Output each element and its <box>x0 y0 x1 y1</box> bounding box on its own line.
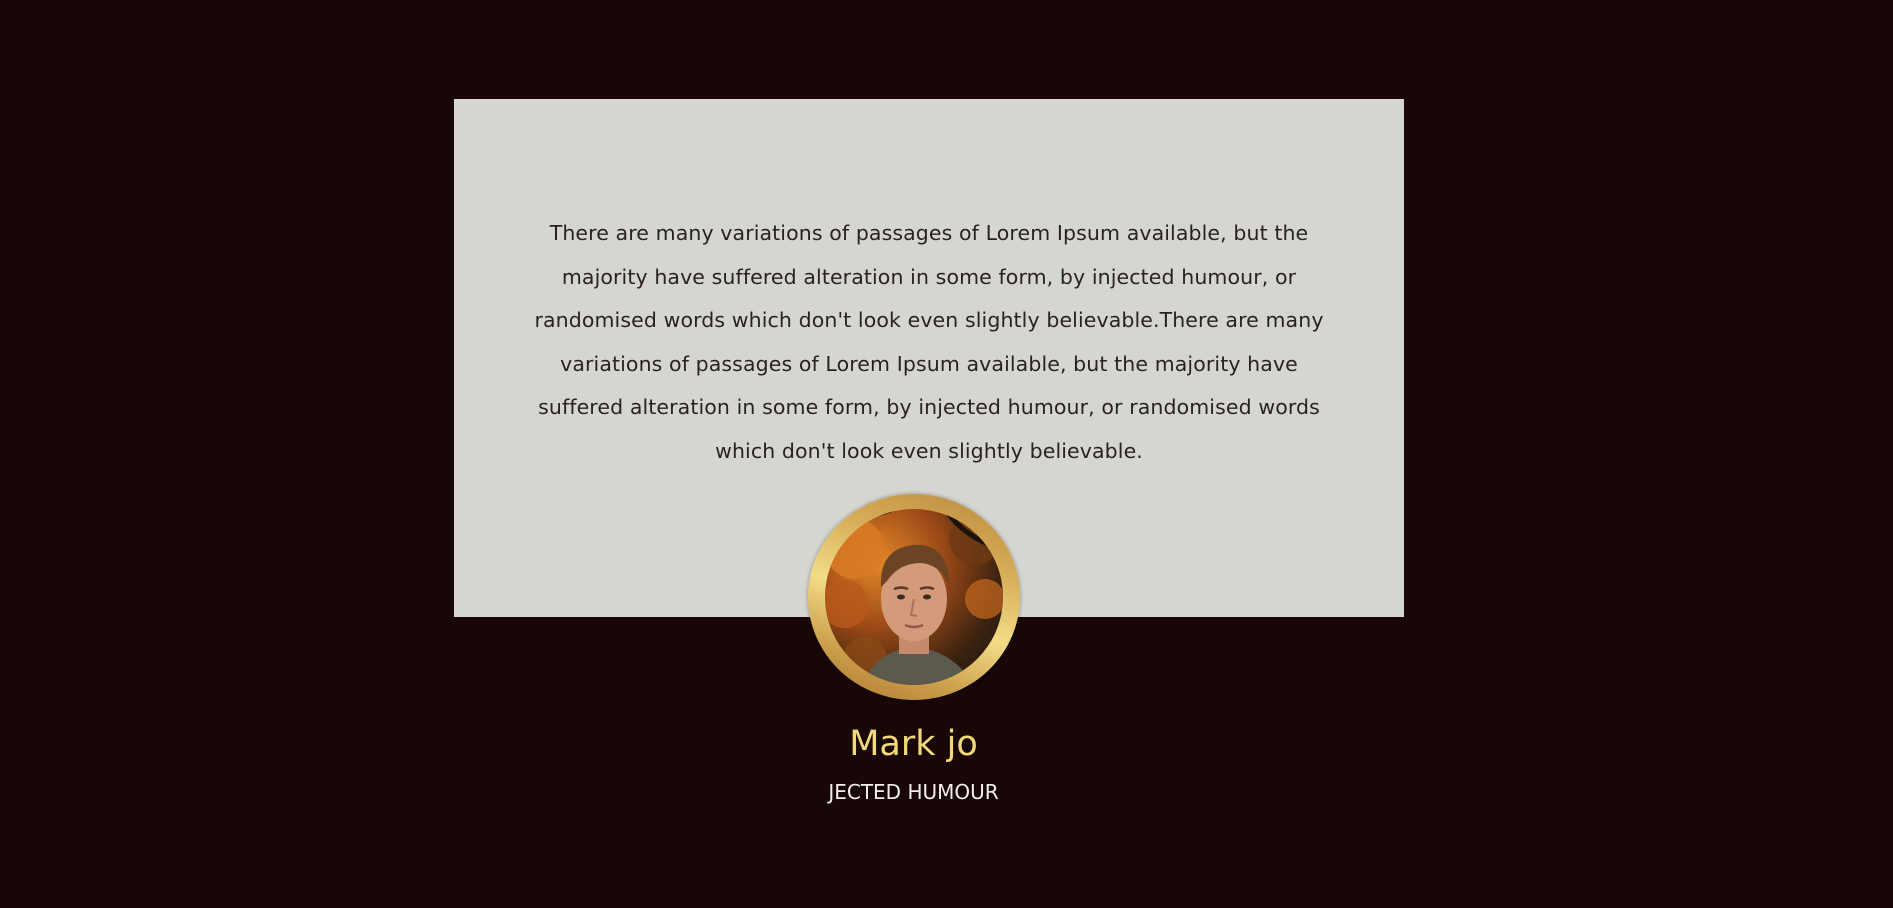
person-name: Mark jo <box>849 724 978 764</box>
person-portrait-icon <box>825 509 1003 685</box>
testimonial-quote: There are many variations of passages of… <box>534 221 1324 463</box>
avatar <box>808 494 1020 700</box>
person-role: JECTED HUMOUR <box>828 780 999 804</box>
